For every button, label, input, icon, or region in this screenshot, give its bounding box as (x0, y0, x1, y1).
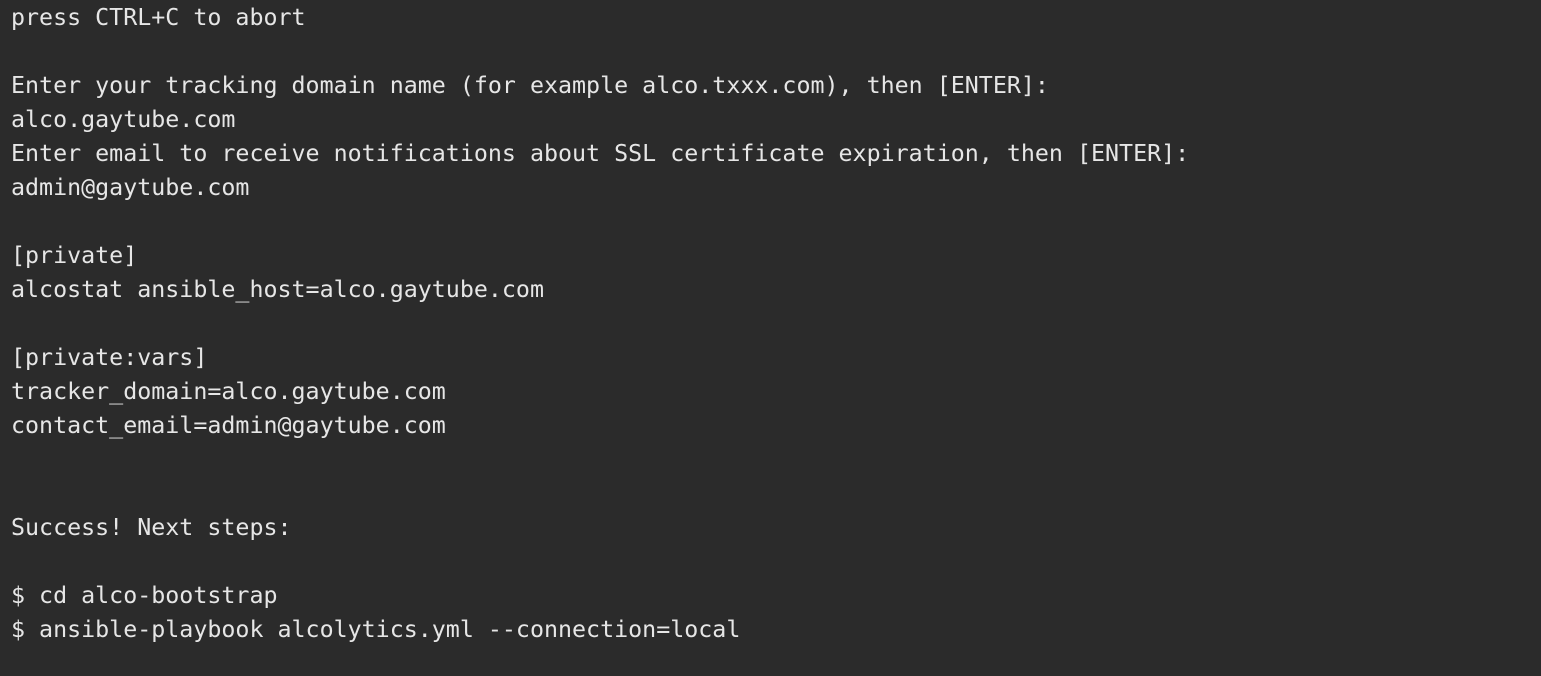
terminal-line-success: Success! Next steps: (11, 514, 292, 541)
terminal-line-abort-hint: press CTRL+C to abort (11, 4, 306, 31)
terminal-line-contact-email: contact_email=admin@gaytube.com (11, 412, 446, 439)
terminal-line-domain-input: alco.gaytube.com (11, 106, 236, 133)
terminal-line-host-entry: alcostat ansible_host=alco.gaytube.com (11, 276, 544, 303)
terminal-line-vars-section: [private:vars] (11, 344, 208, 371)
terminal-line-tracker-domain: tracker_domain=alco.gaytube.com (11, 378, 446, 405)
terminal-line-private-section: [private] (11, 242, 138, 269)
terminal-line-cd-command: $ cd alco-bootstrap (11, 582, 278, 609)
terminal-line-playbook-command: $ ansible-playbook alcolytics.yml --conn… (11, 616, 741, 643)
terminal-output[interactable]: press CTRL+C to abort Enter your trackin… (0, 0, 1541, 676)
terminal-line-email-input: admin@gaytube.com (11, 174, 250, 201)
terminal-line-email-prompt: Enter email to receive notifications abo… (11, 140, 1190, 167)
terminal-line-domain-prompt: Enter your tracking domain name (for exa… (11, 72, 1049, 99)
